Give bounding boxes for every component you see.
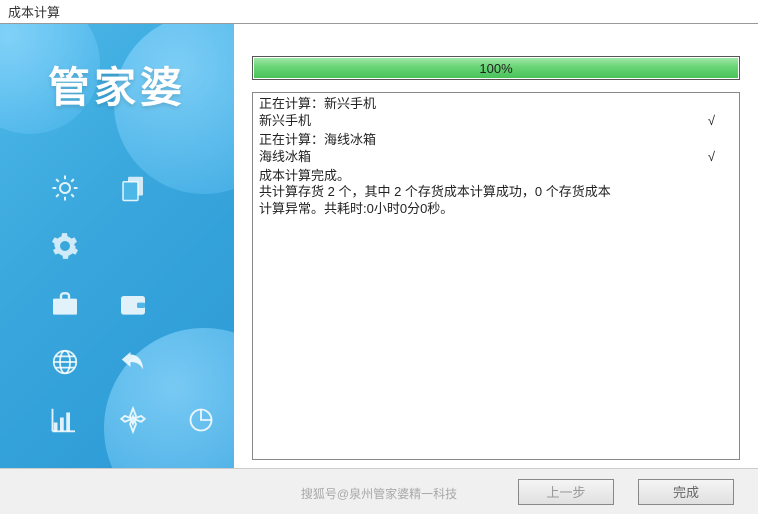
- window-title: 成本计算: [0, 0, 758, 23]
- gear-icon: [40, 217, 90, 275]
- log-line: 正在计算：海线冰箱: [259, 132, 733, 149]
- bar-chart-icon: [40, 391, 90, 449]
- finish-button[interactable]: 完成: [638, 479, 734, 505]
- content-panel: 100% 正在计算：新兴手机 新兴手机 √ 正在计算：海线冰箱 海线冰箱 √ 成…: [234, 24, 758, 468]
- log-line: 成本计算完成。: [259, 168, 733, 185]
- globe-icon: [40, 333, 90, 391]
- log-line: 计算异常。共耗时:0小时0分0秒。: [259, 201, 733, 218]
- sidebar-icon-grid: [40, 159, 226, 449]
- star-icon: [108, 391, 158, 449]
- main-area: 管家婆 100% 正在计算：新兴手机: [0, 23, 758, 468]
- log-output[interactable]: 正在计算：新兴手机 新兴手机 √ 正在计算：海线冰箱 海线冰箱 √ 成本计算完成…: [252, 92, 740, 460]
- briefcase-icon: [40, 275, 90, 333]
- progress-fill: 100%: [254, 58, 738, 78]
- log-line: 海线冰箱: [259, 149, 311, 166]
- button-bar: 上一步 完成: [0, 468, 758, 514]
- check-icon: √: [708, 149, 733, 166]
- check-icon: √: [708, 113, 733, 130]
- undo-icon: [108, 333, 158, 391]
- progress-text: 100%: [479, 61, 512, 76]
- prev-button[interactable]: 上一步: [518, 479, 614, 505]
- pie-chart-icon: [176, 391, 226, 449]
- wallet-icon: [108, 275, 158, 333]
- log-line: 正在计算：新兴手机: [259, 96, 733, 113]
- documents-icon: [108, 159, 158, 217]
- sun-icon: [40, 159, 90, 217]
- log-line: 新兴手机: [259, 113, 311, 130]
- log-line: 共计算存货 2 个，其中 2 个存货成本计算成功，0 个存货成本: [259, 184, 733, 201]
- sidebar: 管家婆: [0, 24, 234, 468]
- progress-bar: 100%: [252, 56, 740, 80]
- brand-title: 管家婆: [0, 54, 234, 115]
